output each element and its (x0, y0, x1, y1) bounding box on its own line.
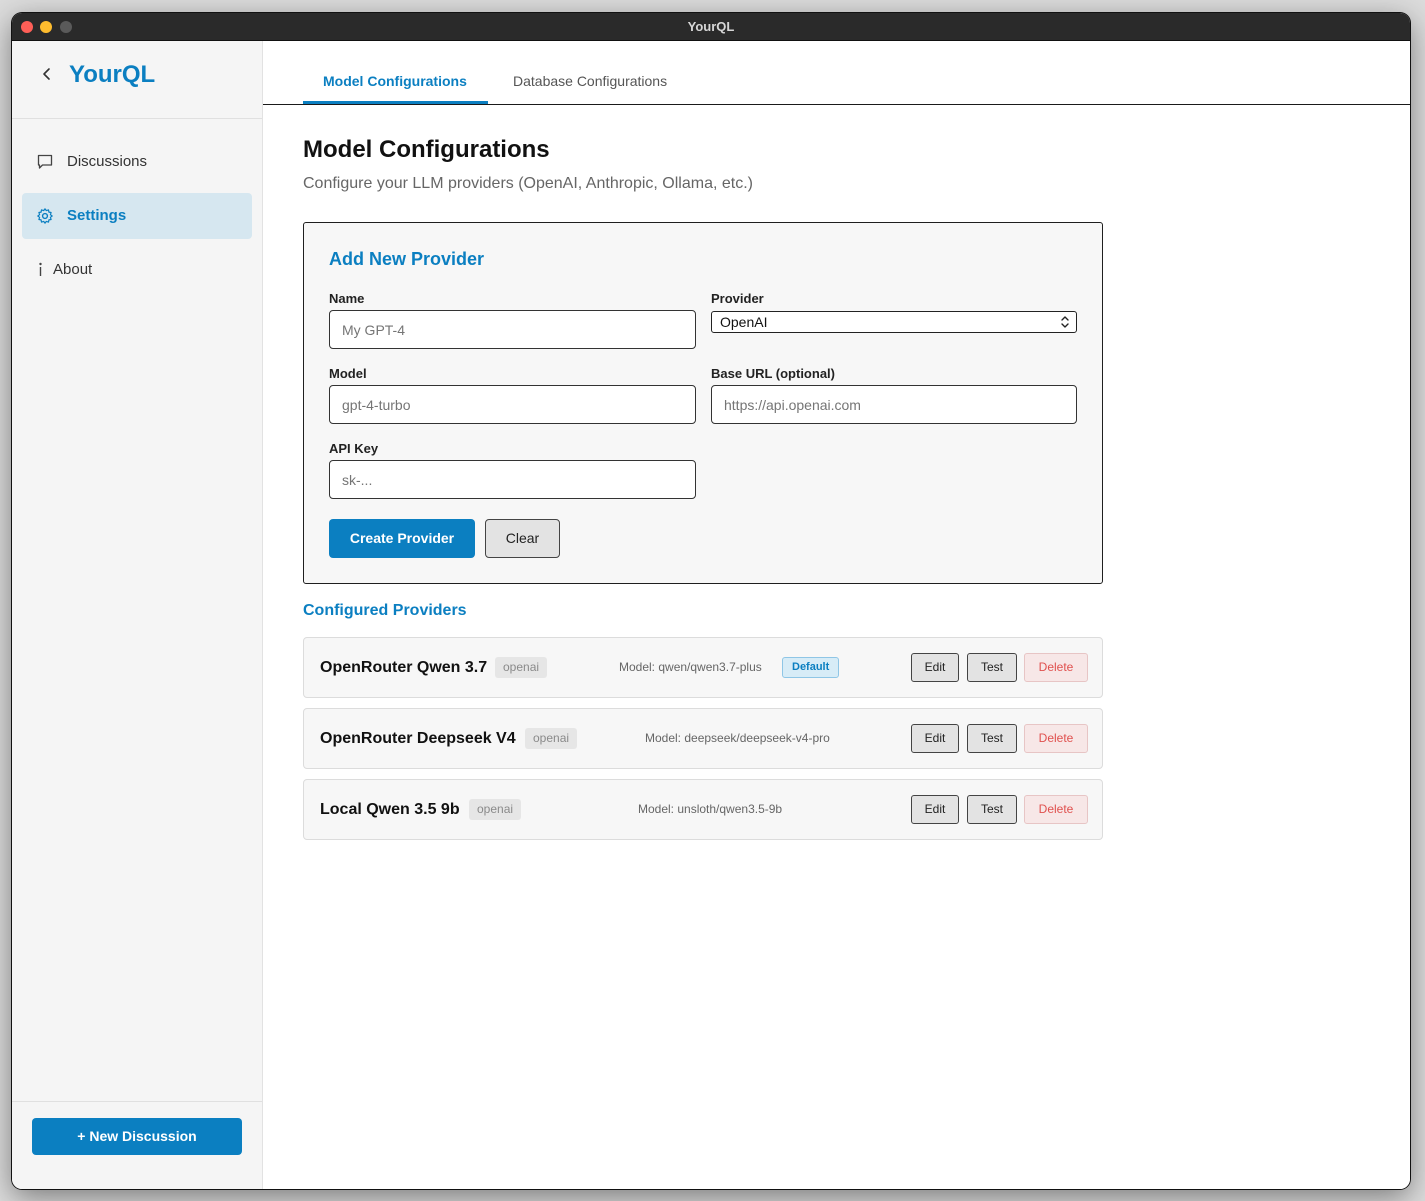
tab-bar: Model Configurations Database Configurat… (263, 41, 1410, 105)
name-input[interactable] (329, 310, 696, 349)
model-label: Model (329, 366, 367, 381)
edit-button[interactable]: Edit (911, 795, 959, 824)
clear-button[interactable]: Clear (485, 519, 560, 558)
sidebar-item-about[interactable]: About (22, 247, 252, 293)
provider-type-badge: openai (495, 657, 548, 678)
sidebar-item-discussions[interactable]: Discussions (22, 139, 252, 185)
delete-button[interactable]: Delete (1024, 724, 1088, 753)
page-title: Model Configurations (303, 136, 550, 163)
chevron-left-icon[interactable] (40, 67, 54, 81)
name-label: Name (329, 291, 365, 306)
provider-name: OpenRouter Qwen 3.7 (320, 659, 488, 676)
test-button[interactable]: Test (967, 795, 1017, 824)
test-button[interactable]: Test (967, 724, 1017, 753)
active-tab-indicator (303, 101, 488, 104)
provider-select[interactable]: OpenAI (711, 311, 1077, 333)
model-input[interactable] (329, 385, 696, 424)
new-discussion-button[interactable]: + New Discussion (32, 1118, 242, 1155)
provider-type-badge: openai (525, 728, 578, 749)
provider-model: Model: qwen/qwen3.7-plus (619, 660, 762, 674)
sidebar: YourQL Discussions Settings About + New … (12, 41, 263, 1189)
window-title: YourQL (687, 19, 735, 34)
provider-name: Local Qwen 3.5 9b (320, 801, 460, 818)
api-key-input[interactable] (329, 460, 696, 499)
delete-button[interactable]: Delete (1024, 795, 1088, 824)
edit-button[interactable]: Edit (911, 653, 959, 682)
edit-button[interactable]: Edit (911, 724, 959, 753)
title-bar: YourQL (12, 13, 1410, 41)
tab-database-configurations[interactable]: Database Configurations (513, 73, 667, 105)
default-badge: Default (782, 657, 840, 678)
provider-label: Provider (711, 291, 764, 306)
plus-icon: + (77, 1128, 86, 1144)
sidebar-footer: + New Discussion (12, 1101, 262, 1189)
app-logo-text: YourQL (69, 61, 156, 88)
sidebar-item-label: Discussions (67, 153, 148, 170)
provider-row: Local Qwen 3.5 9b openai Model: unsloth/… (303, 779, 1103, 840)
delete-button[interactable]: Delete (1024, 653, 1088, 682)
test-button[interactable]: Test (967, 653, 1017, 682)
page-subtitle: Configure your LLM providers (OpenAI, An… (303, 175, 753, 192)
base-url-label: Base URL (optional) (711, 366, 835, 381)
info-icon (39, 262, 42, 276)
sidebar-item-label: Settings (67, 207, 127, 224)
sidebar-item-settings[interactable]: Settings (22, 193, 252, 239)
main-content: Model Configurations Database Configurat… (263, 41, 1410, 1189)
provider-model: Model: unsloth/qwen3.5-9b (638, 802, 783, 816)
chat-bubble-icon (37, 154, 53, 169)
provider-type-badge: openai (469, 799, 522, 820)
gear-icon (37, 208, 53, 224)
base-url-input[interactable] (711, 385, 1077, 424)
create-provider-button[interactable]: Create Provider (329, 519, 475, 558)
form-title: Add New Provider (329, 249, 485, 269)
app-window: YourQL YourQL Discussions Settings About… (12, 13, 1410, 1189)
provider-model: Model: deepseek/deepseek-v4-pro (645, 731, 830, 745)
provider-row: OpenRouter Qwen 3.7 openai Model: qwen/q… (303, 637, 1103, 698)
select-updown-icon (1061, 316, 1069, 328)
provider-row: OpenRouter Deepseek V4 openai Model: dee… (303, 708, 1103, 769)
configured-providers-title: Configured Providers (303, 602, 467, 619)
add-provider-form: Add New Provider Name Provider OpenAI Mo… (303, 222, 1103, 584)
sidebar-item-label: About (53, 261, 93, 278)
new-discussion-label: New Discussion (89, 1128, 197, 1144)
api-key-label: API Key (329, 441, 379, 456)
sidebar-brand: YourQL (12, 41, 262, 119)
provider-select-value: OpenAI (720, 314, 768, 330)
provider-name: OpenRouter Deepseek V4 (320, 730, 516, 747)
